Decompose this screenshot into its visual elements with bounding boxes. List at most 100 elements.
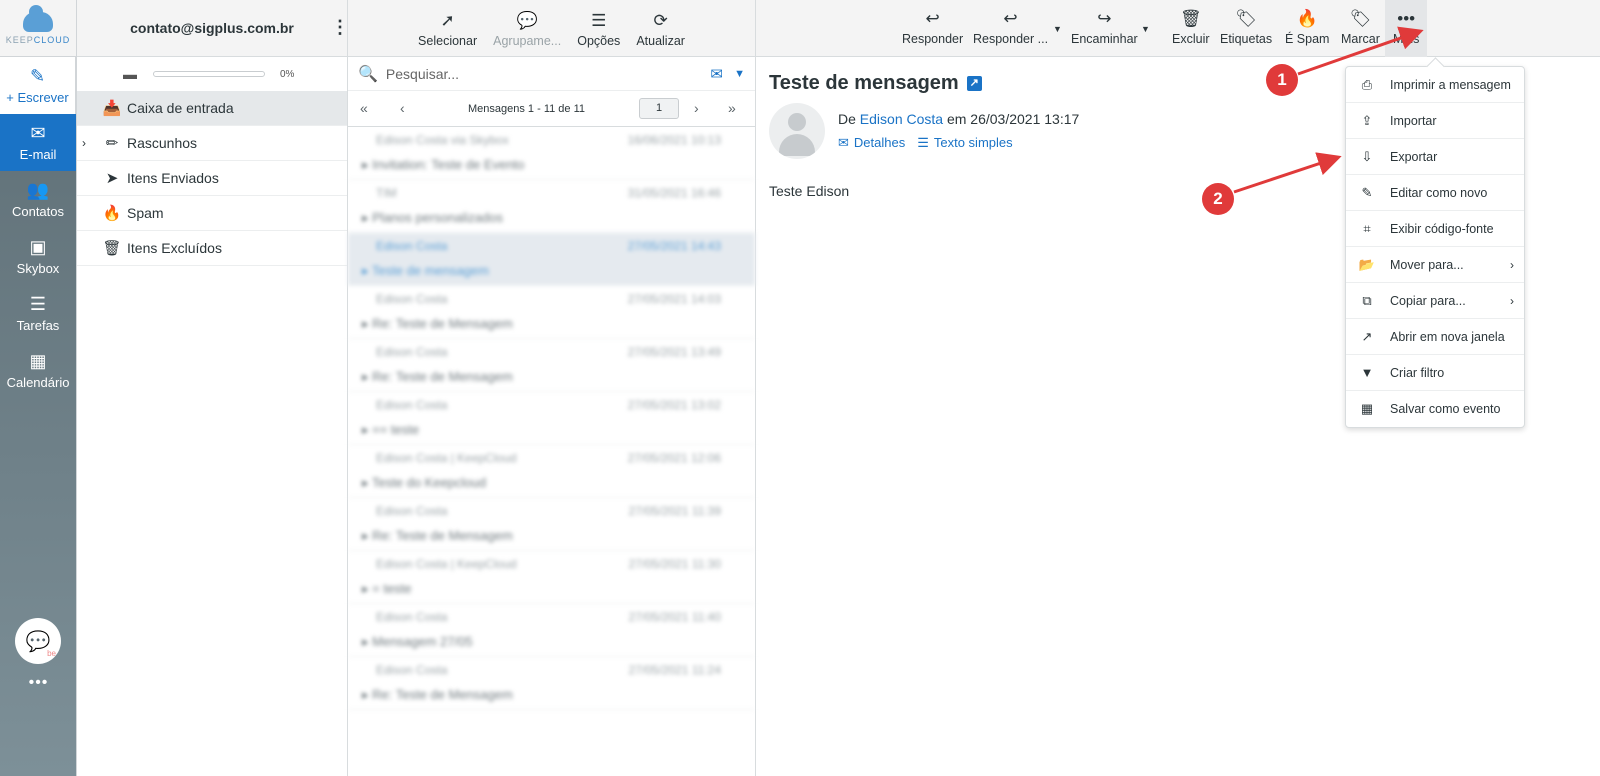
button-label: Excluir xyxy=(1172,32,1210,46)
folder-label: Rascunhos xyxy=(127,135,198,151)
menu-item-import[interactable]: ⇪ Importar xyxy=(1346,103,1524,139)
menu-item-save-event[interactable]: ▦ Salvar como evento xyxy=(1346,391,1524,427)
rail-item-skybox[interactable]: ▣ Skybox xyxy=(0,228,76,285)
subject-text: Teste de mensagem xyxy=(371,263,489,278)
menu-item-move[interactable]: 📂 Mover para... › xyxy=(1346,247,1524,283)
forward-button[interactable]: ↪ Encaminhar xyxy=(1069,8,1140,46)
more-menu: ⎙ Imprimir a mensagem ⇪ Importar ⇩ Exportar… xyxy=(1345,66,1525,428)
chevron-down-icon[interactable]: ▼ xyxy=(734,68,745,80)
message-row[interactable]: Edison Costa | KeepCloud 27/05/2021 11:30… xyxy=(348,551,755,604)
message-from: Edison Costa | KeepCloud xyxy=(376,451,517,465)
search-input[interactable]: Pesquisar... xyxy=(386,66,459,82)
menu-item-view-source[interactable]: ⌗ Exibir código-fonte xyxy=(1346,211,1524,247)
calendar-icon: ▦ xyxy=(1360,401,1374,416)
folder-drafts[interactable]: › ✏ Rascunhos xyxy=(77,126,347,161)
menu-item-create-filter[interactable]: ▼ Criar filtro xyxy=(1346,355,1524,391)
folder-label: Itens Excluídos xyxy=(127,240,222,256)
rail-item-email[interactable]: ✉ E-mail xyxy=(0,114,76,171)
reply-all-dropdown-icon[interactable]: ▼ xyxy=(1053,24,1062,34)
subject-text: Teste do Keepcloud xyxy=(371,475,487,490)
rail-item-label: Skybox xyxy=(16,261,60,276)
keepcloud-logo[interactable]: KEEPCLOUD xyxy=(0,0,76,57)
webmail-app: KEEPCLOUD ✎ + Escrever ✉ E-mail 👥 Contat… xyxy=(0,0,1600,776)
message-row[interactable]: Edison Costa 27/05/2021 13:02 ▸ == teste xyxy=(348,392,755,445)
reply-all-button[interactable]: ↩ Responder ... xyxy=(971,8,1050,46)
compose-button[interactable]: ✎ + Escrever xyxy=(0,57,76,114)
menu-label: Mover para... xyxy=(1390,257,1464,272)
menu-item-copy[interactable]: ⧉ Copiar para... › xyxy=(1346,283,1524,319)
message-row[interactable]: Edison Costa 27/05/2021 13:49 ▸ Re: Teste … xyxy=(348,339,755,392)
account-menu-icon[interactable]: ⋮ xyxy=(331,18,349,36)
folder-sent[interactable]: ➤ Itens Enviados xyxy=(77,161,347,196)
folder-open-icon: 📂 xyxy=(1358,256,1376,272)
menu-item-export[interactable]: ⇩ Exportar xyxy=(1346,139,1524,175)
message-body: Teste Edison xyxy=(769,183,850,199)
menu-item-edit-as-new[interactable]: ✎ Editar como novo xyxy=(1346,175,1524,211)
envelope-icon: ✉ xyxy=(838,135,849,150)
next-page-icon[interactable]: › xyxy=(694,100,699,116)
message-row[interactable]: Edison Costa via Skybox 16/06/2021 10:13 ▸… xyxy=(348,127,755,180)
message-row[interactable]: Edison Costa 27/05/2021 11:24 ▸ Re: Teste … xyxy=(348,657,755,710)
reader-toolbar: ↩ Responder ↩ Responder ... ▼ ↪ Encaminh… xyxy=(756,0,1600,57)
list-toolbar: ➚ Selecionar 💬 Agrupame... ☰ Opções ⟳ At… xyxy=(348,0,755,57)
spam-button[interactable]: 🔥 É Spam xyxy=(1283,8,1331,46)
chat-badge: be xyxy=(47,649,56,658)
more-button[interactable]: ••• Mais xyxy=(1385,0,1428,57)
first-page-icon[interactable]: « xyxy=(360,100,368,116)
open-external-icon[interactable]: ↗ xyxy=(966,76,982,91)
forward-dropdown-icon[interactable]: ▼ xyxy=(1141,24,1150,34)
menu-label: Exibir código-fonte xyxy=(1390,221,1494,236)
prev-page-icon[interactable]: ‹ xyxy=(400,100,405,116)
delete-button[interactable]: 🗑 Excluir xyxy=(1170,8,1212,46)
rail-item-tasks[interactable]: ☰ Tarefas xyxy=(0,285,76,342)
message-row[interactable]: Edison Costa | KeepCloud 27/05/2021 12:06… xyxy=(348,445,755,498)
pager-label: Mensagens 1 - 11 de 11 xyxy=(468,103,586,115)
message-row[interactable]: Edison Costa 27/05/2021 14:03 ▸ Re: Teste … xyxy=(348,286,755,339)
message-row[interactable]: Edison Costa 27/05/2021 14:43 ▸ Teste de m… xyxy=(348,233,755,286)
sender-link[interactable]: Edison Costa xyxy=(860,111,943,127)
folder-spam[interactable]: 🔥 Spam xyxy=(77,196,347,231)
message-row[interactable]: Edison Costa 27/05/2021 11:40 ▸ Mensagem 2… xyxy=(348,604,755,657)
details-link[interactable]: ✉ Detalhes xyxy=(838,135,905,151)
message-rows: Edison Costa via Skybox 16/06/2021 10:13 ▸… xyxy=(348,127,755,710)
message-row[interactable]: Edison Costa 27/05/2021 11:39 ▸ Re: Teste … xyxy=(348,498,755,551)
mark-button[interactable]: 🏷 Marcar xyxy=(1339,8,1382,46)
plain-text-label: Texto simples xyxy=(933,135,1013,150)
last-page-icon[interactable]: » xyxy=(728,100,736,116)
inbox-icon: 📥 xyxy=(102,100,122,117)
menu-item-print[interactable]: ⎙ Imprimir a mensagem xyxy=(1346,67,1524,103)
message-subject: ▸ == teste xyxy=(362,422,420,437)
tags-button[interactable]: 🏷 Etiquetas xyxy=(1218,8,1274,46)
calendar-icon: ▦ xyxy=(29,351,47,371)
group-button[interactable]: 💬 Agrupame... xyxy=(491,10,563,48)
message-date: em 26/03/2021 13:17 xyxy=(946,111,1080,127)
download-icon: ⇩ xyxy=(1361,148,1373,164)
button-label: Encaminhar xyxy=(1071,32,1138,46)
rail-item-calendar[interactable]: ▦ Calendário xyxy=(0,342,76,399)
message-date: 16/06/2021 10:13 xyxy=(627,133,721,147)
message-row[interactable]: TIM 31/05/2021 16:46 ▸ Planos personalizad… xyxy=(348,180,755,233)
filter-icon: ▼ xyxy=(1360,365,1374,380)
subject-text: Planos personalizados xyxy=(372,210,503,225)
menu-item-open-new-window[interactable]: ↗ Abrir em nova janela xyxy=(1346,319,1524,355)
button-label: Mais xyxy=(1393,32,1420,46)
refresh-button[interactable]: ⟳ Atualizar xyxy=(634,10,687,48)
rail-more-icon[interactable]: ••• xyxy=(0,674,77,692)
chat-button[interactable]: 💬 be xyxy=(15,618,61,664)
envelope-icon[interactable]: ✉ xyxy=(710,65,723,83)
rail-item-label: Contatos xyxy=(11,204,65,219)
subject-text: Mensagem 27/05 xyxy=(372,634,473,649)
plain-text-link[interactable]: ☰ Texto simples xyxy=(917,135,1012,151)
folder-trash[interactable]: 🗑 Itens Excluídos xyxy=(77,231,347,266)
options-button[interactable]: ☰ Opções xyxy=(575,10,622,48)
expand-icon[interactable]: › xyxy=(82,136,86,150)
menu-label: Abrir em nova janela xyxy=(1390,329,1505,344)
rail-item-contacts[interactable]: 👥 Contatos xyxy=(0,171,76,228)
quota-progress xyxy=(153,71,265,77)
reply-button[interactable]: ↩ Responder xyxy=(900,8,965,46)
page-input[interactable]: 1 xyxy=(639,98,679,119)
folder-inbox[interactable]: 📥 Caixa de entrada xyxy=(77,91,347,126)
pagination: « ‹ Mensagens 1 - 11 de 11 1 › » xyxy=(348,91,755,127)
box-icon: ▣ xyxy=(29,237,47,257)
select-button[interactable]: ➚ Selecionar xyxy=(416,10,479,48)
